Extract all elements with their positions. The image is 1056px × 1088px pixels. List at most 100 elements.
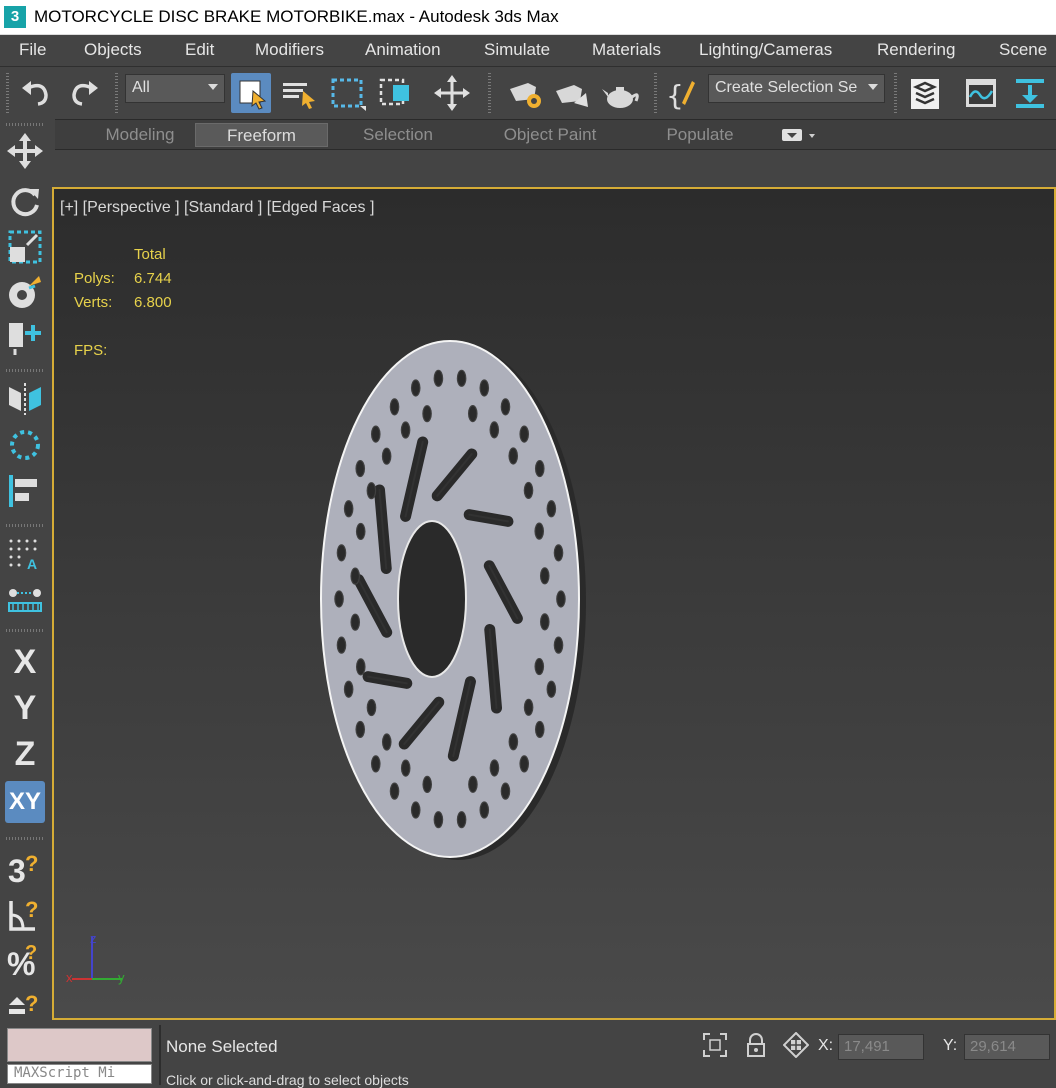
render-setup-icon[interactable] [506, 73, 546, 113]
tab-object-paint[interactable]: Object Paint [475, 123, 625, 147]
prompt-line: Click or click-and-drag to select object… [166, 1072, 409, 1088]
toolbar-grip[interactable] [6, 123, 44, 126]
tab-populate[interactable]: Populate [635, 123, 765, 147]
maxscript-mini-listener[interactable]: MAXScript Mi [7, 1064, 152, 1084]
svg-text:?: ? [25, 897, 38, 922]
main-toolbar: All { Create Selection Se [0, 67, 1056, 119]
svg-text:?: ? [25, 851, 38, 876]
tab-selection[interactable]: Selection [333, 123, 463, 147]
restrict-xy-button[interactable]: XY [5, 781, 45, 823]
named-selection-dropdown[interactable]: Create Selection Se [708, 74, 885, 103]
select-and-move-icon[interactable] [432, 73, 472, 113]
menu-objects[interactable]: Objects [84, 40, 142, 60]
toolbar-grip[interactable] [488, 73, 491, 113]
axis-label-x: x [66, 970, 73, 985]
distribute-icon[interactable] [5, 579, 45, 619]
curly-brace-edit-icon[interactable]: { [662, 73, 702, 113]
rotate-icon[interactable] [5, 181, 45, 221]
svg-text:A: A [27, 556, 37, 572]
maxscript-listener[interactable] [7, 1028, 152, 1062]
ribbon: Modeling Freeform Selection Object Paint… [55, 119, 1056, 150]
rectangular-selection-icon[interactable] [328, 73, 368, 113]
ribbon-options-icon[interactable] [781, 126, 821, 144]
redo-icon[interactable] [64, 73, 104, 113]
app-icon: 3 [4, 6, 26, 28]
menu-bar: File Objects Edit Modifiers Animation Si… [0, 35, 1056, 67]
align-icon[interactable] [5, 317, 45, 357]
svg-text:?: ? [25, 991, 38, 1016]
scale-icon[interactable] [5, 227, 45, 267]
percent-snap-icon[interactable]: %? [5, 941, 45, 981]
toolbar-grip[interactable] [654, 73, 657, 113]
select-object-button[interactable] [231, 73, 271, 113]
chevron-down-icon [208, 84, 218, 90]
x-coordinate-field[interactable]: 17,491 [838, 1034, 924, 1060]
y-coordinate-field[interactable]: 29,614 [964, 1034, 1050, 1060]
axis-tripod-icon [72, 937, 122, 980]
selection-status: None Selected [166, 1037, 278, 1056]
chevron-down-icon [868, 84, 878, 90]
x-coordinate-label: X: [818, 1037, 834, 1054]
y-coordinate-label: Y: [943, 1037, 958, 1054]
restrict-x-button[interactable]: X [5, 639, 45, 681]
menu-animation[interactable]: Animation [365, 40, 441, 60]
toolbar-grip[interactable] [6, 837, 44, 840]
perspective-viewport[interactable]: [+] [Perspective ] [Standard ] [Edged Fa… [52, 187, 1056, 1020]
status-bar: MAXScript Mi None Selected Click or clic… [0, 1020, 1056, 1088]
render-teapot-icon[interactable] [600, 73, 640, 113]
menu-edit[interactable]: Edit [185, 40, 214, 60]
axis-label-z: z [90, 931, 97, 946]
toolbar-grip[interactable] [6, 73, 9, 113]
menu-scene[interactable]: Scene [999, 40, 1047, 60]
snap-grid-icon[interactable]: A [5, 533, 45, 573]
svg-text:?: ? [25, 942, 37, 964]
left-toolbar: A X Y Z XY 3? ? %? ? [0, 119, 50, 1020]
menu-lighting-cameras[interactable]: Lighting/Cameras [699, 40, 832, 60]
selection-lock-icon[interactable] [743, 1032, 769, 1058]
layer-explorer-icon[interactable] [905, 73, 945, 113]
status-divider [159, 1025, 161, 1085]
spinner-snap-icon[interactable]: ? [5, 985, 45, 1025]
title-bar: 3 MOTORCYCLE DISC BRAKE MOTORBIKE.max - … [0, 0, 1056, 35]
toolbar-grip[interactable] [6, 524, 44, 527]
curve-editor-icon[interactable] [961, 73, 1001, 113]
select-object-icon [239, 80, 267, 110]
menu-modifiers[interactable]: Modifiers [255, 40, 324, 60]
window-crossing-icon[interactable] [376, 73, 416, 113]
menu-materials[interactable]: Materials [592, 40, 661, 60]
angle-snap-icon[interactable]: ? [5, 895, 45, 935]
restrict-y-button[interactable]: Y [5, 685, 45, 727]
toolbar-grip[interactable] [6, 369, 44, 372]
render-frame-icon[interactable] [552, 73, 592, 113]
menu-rendering[interactable]: Rendering [877, 40, 955, 60]
svg-text:3: 3 [8, 853, 26, 889]
menu-simulate[interactable]: Simulate [484, 40, 550, 60]
brake-disc-model[interactable]: z x y [54, 189, 1054, 1018]
window-title: MOTORCYCLE DISC BRAKE MOTORBIKE.max - Au… [34, 7, 559, 26]
named-selection-value: Create Selection Se [715, 79, 858, 96]
axis-label-y: y [118, 970, 125, 985]
mirror-icon[interactable] [5, 379, 45, 419]
dock-icon[interactable] [1010, 73, 1050, 113]
ribbon-panel [55, 150, 1056, 186]
absolute-mode-icon[interactable] [783, 1032, 809, 1058]
restrict-z-button[interactable]: Z [5, 731, 45, 773]
selection-filter-dropdown[interactable]: All [125, 74, 225, 103]
undo-icon[interactable] [16, 73, 56, 113]
isolate-selection-icon[interactable] [702, 1032, 728, 1058]
tab-modeling[interactable]: Modeling [80, 123, 200, 147]
disc-face [320, 340, 580, 858]
tab-freeform[interactable]: Freeform [195, 123, 328, 147]
menu-file[interactable]: File [19, 40, 46, 60]
toolbar-grip[interactable] [6, 629, 44, 632]
selection-filter-value: All [132, 79, 150, 96]
select-by-name-icon[interactable] [279, 73, 319, 113]
toolbar-grip[interactable] [115, 73, 118, 113]
move-icon[interactable] [5, 131, 45, 171]
placement-icon[interactable] [5, 272, 45, 312]
svg-text:{: { [666, 79, 684, 112]
toolbar-grip[interactable] [894, 73, 897, 113]
snap-3d-icon[interactable]: 3? [5, 849, 45, 889]
array-icon[interactable] [5, 425, 45, 465]
align-tools-icon[interactable] [5, 471, 45, 511]
